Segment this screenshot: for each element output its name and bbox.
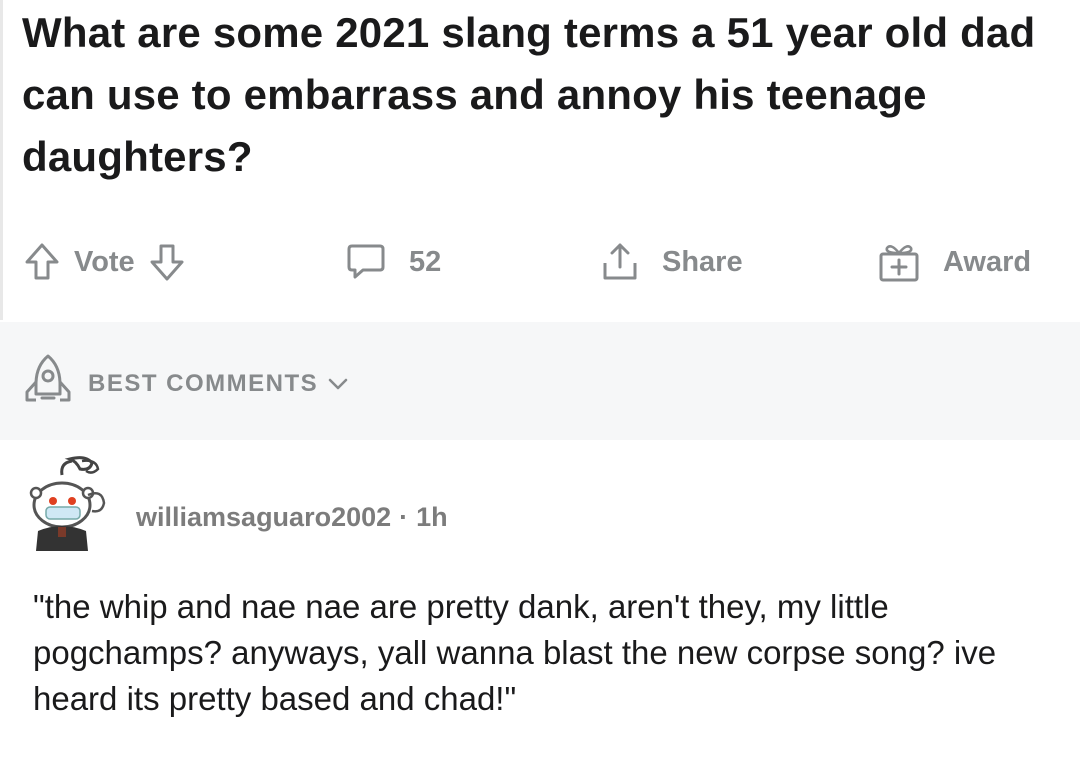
vote-control: Vote — [24, 222, 185, 302]
avatar[interactable] — [22, 455, 110, 555]
comment-age: 1h — [416, 501, 448, 532]
share-button[interactable]: Share — [600, 222, 743, 302]
chevron-down-icon — [328, 370, 348, 398]
award-label: Award — [943, 245, 1032, 278]
comment-meta: williamsaguaro2002 · 1h — [136, 502, 448, 533]
comment-username[interactable]: williamsaguaro2002 — [136, 502, 391, 532]
comments-button[interactable]: 52 — [345, 222, 441, 302]
award-button[interactable]: Award — [877, 222, 1031, 302]
comment-count: 52 — [409, 245, 442, 278]
comment-body: "the whip and nae nae are pretty dank, a… — [33, 588, 997, 717]
post-title: What are some 2021 slang terms a 51 year… — [22, 9, 1036, 180]
sort-label: BEST COMMENTS — [88, 369, 319, 397]
share-icon — [600, 241, 640, 283]
rocket-icon — [22, 352, 74, 415]
share-label: Share — [662, 245, 743, 278]
post-action-bar: Vote 52 Share Award — [0, 222, 1080, 302]
sort-dropdown[interactable]: BEST COMMENTS — [22, 352, 348, 415]
vote-label: Vote — [74, 245, 135, 278]
upvote-arrow-icon[interactable] — [24, 242, 60, 282]
downvote-arrow-icon[interactable] — [149, 242, 185, 282]
comment-sort-bar: BEST COMMENTS — [0, 322, 1080, 440]
gift-award-icon — [877, 240, 921, 284]
comment-header: williamsaguaro2002 · 1h — [22, 455, 448, 555]
meta-separator: · — [399, 501, 409, 532]
comment-bubble-icon — [345, 242, 387, 282]
